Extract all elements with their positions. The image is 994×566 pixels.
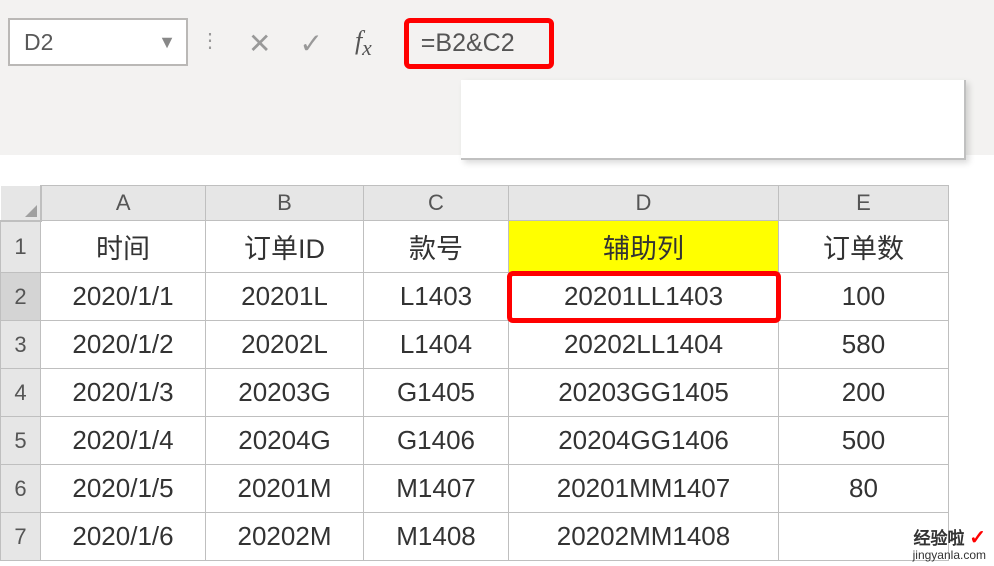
table-row: 1 时间 订单ID 款号 辅助列 订单数	[1, 221, 949, 273]
table-row: 7 2020/1/6 20202M M1408 20202MM1408	[1, 513, 949, 561]
table-row: 2 2020/1/1 20201L L1403 20201LL1403 100	[1, 273, 949, 321]
cell-D4[interactable]: 20203GG1405	[509, 369, 779, 417]
cell-D5[interactable]: 20204GG1406	[509, 417, 779, 465]
cell-B1[interactable]: 订单ID	[206, 221, 364, 273]
cell-B2[interactable]: 20201L	[206, 273, 364, 321]
cell-A6[interactable]: 2020/1/5	[41, 465, 206, 513]
row-header-2[interactable]: 2	[1, 273, 41, 321]
column-header-E[interactable]: E	[779, 186, 949, 221]
cell-E3[interactable]: 580	[779, 321, 949, 369]
formula-bar-buttons: ✕ ✓ fx	[248, 26, 372, 61]
table-row: 4 2020/1/3 20203G G1405 20203GG1405 200	[1, 369, 949, 417]
cell-E2[interactable]: 100	[779, 273, 949, 321]
cell-E4[interactable]: 200	[779, 369, 949, 417]
cell-B7[interactable]: 20202M	[206, 513, 364, 561]
row-header-4[interactable]: 4	[1, 369, 41, 417]
cell-E1[interactable]: 订单数	[779, 221, 949, 273]
cell-A7[interactable]: 2020/1/6	[41, 513, 206, 561]
row-header-3[interactable]: 3	[1, 321, 41, 369]
table-row: 5 2020/1/4 20204G G1406 20204GG1406 500	[1, 417, 949, 465]
watermark-text: 经验啦	[914, 529, 965, 548]
cell-A3[interactable]: 2020/1/2	[41, 321, 206, 369]
cell-D1[interactable]: 辅助列	[509, 221, 779, 273]
cell-C6[interactable]: M1407	[364, 465, 509, 513]
check-icon: ✓	[969, 527, 986, 549]
cell-C2[interactable]: L1403	[364, 273, 509, 321]
separator-dots: ⋮	[200, 28, 218, 53]
column-header-C[interactable]: C	[364, 186, 509, 221]
chevron-down-icon[interactable]: ▼	[158, 32, 176, 53]
row-header-6[interactable]: 6	[1, 465, 41, 513]
table-row: 6 2020/1/5 20201M M1407 20201MM1407 80	[1, 465, 949, 513]
row-header-1[interactable]: 1	[1, 221, 41, 273]
cell-C3[interactable]: L1404	[364, 321, 509, 369]
table-row: 3 2020/1/2 20202L L1404 20202LL1404 580	[1, 321, 949, 369]
cell-A2[interactable]: 2020/1/1	[41, 273, 206, 321]
watermark: 经验啦 ✓ jingyanla.com	[913, 527, 986, 562]
cell-D7[interactable]: 20202MM1408	[509, 513, 779, 561]
cell-D3[interactable]: 20202LL1404	[509, 321, 779, 369]
fx-icon[interactable]: fx	[355, 26, 372, 61]
autocomplete-panel[interactable]	[461, 80, 966, 160]
cell-B6[interactable]: 20201M	[206, 465, 364, 513]
cell-D2[interactable]: 20201LL1403	[509, 273, 779, 321]
cell-A1[interactable]: 时间	[41, 221, 206, 273]
formula-input-wrapper: =B2&C2	[404, 18, 986, 69]
name-box-value: D2	[24, 29, 53, 56]
column-header-D[interactable]: D	[509, 186, 779, 221]
cell-C1[interactable]: 款号	[364, 221, 509, 273]
cell-C7[interactable]: M1408	[364, 513, 509, 561]
cell-C4[interactable]: G1405	[364, 369, 509, 417]
column-header-A[interactable]: A	[41, 186, 206, 221]
cell-E5[interactable]: 500	[779, 417, 949, 465]
cell-D6[interactable]: 20201MM1407	[509, 465, 779, 513]
row-header-5[interactable]: 5	[1, 417, 41, 465]
spreadsheet-grid: A B C D E 1 时间 订单ID 款号 辅助列 订单数 2 2020/1/…	[0, 185, 994, 561]
name-box[interactable]: D2 ▼	[8, 18, 188, 66]
cancel-icon[interactable]: ✕	[248, 27, 271, 60]
cell-A4[interactable]: 2020/1/3	[41, 369, 206, 417]
cell-A5[interactable]: 2020/1/4	[41, 417, 206, 465]
cell-B3[interactable]: 20202L	[206, 321, 364, 369]
grid-table[interactable]: A B C D E 1 时间 订单ID 款号 辅助列 订单数 2 2020/1/…	[0, 185, 949, 561]
cell-E6[interactable]: 80	[779, 465, 949, 513]
cell-C5[interactable]: G1406	[364, 417, 509, 465]
confirm-icon[interactable]: ✓	[299, 27, 322, 60]
watermark-url: jingyanla.com	[913, 549, 986, 562]
cell-B4[interactable]: 20203G	[206, 369, 364, 417]
formula-input[interactable]: =B2&C2	[404, 18, 554, 69]
row-header-7[interactable]: 7	[1, 513, 41, 561]
column-header-B[interactable]: B	[206, 186, 364, 221]
cell-B5[interactable]: 20204G	[206, 417, 364, 465]
select-all-corner[interactable]	[1, 186, 41, 221]
